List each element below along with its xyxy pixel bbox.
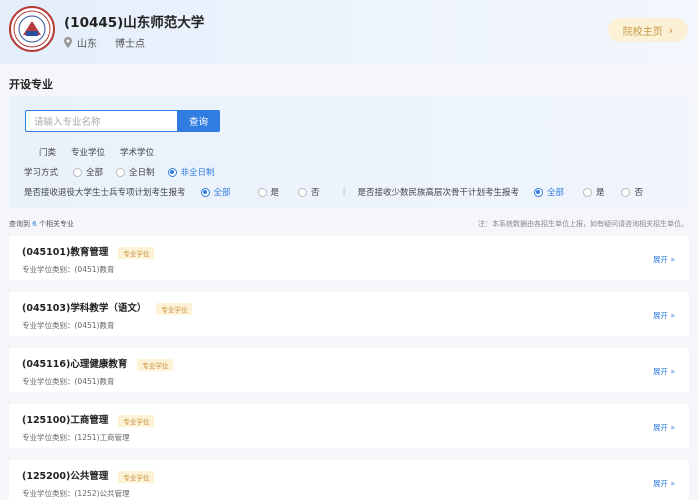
tab-academic-degree[interactable]: 学术学位: [120, 146, 154, 158]
expand-button[interactable]: 展开 »: [653, 254, 675, 265]
radio-icon: [621, 187, 631, 197]
study-mode-fulltime-radio[interactable]: 全日制: [116, 166, 155, 178]
chevron-down-icon: »: [670, 479, 675, 488]
retired-all-radio[interactable]: 全部: [200, 186, 231, 198]
major-title: (045101)教育管理 专业学位: [22, 244, 155, 259]
chevron-right-icon: ›: [668, 23, 674, 37]
degree-badge: 专业学位: [137, 358, 174, 371]
section-title: 开设专业: [9, 78, 53, 91]
filter-panel: 请输入专业名称 查询 门类 专业学位 学术学位 学习方式 全部 全日制 非全日制…: [9, 96, 689, 208]
major-category: 专业学位类别：(0451)教育: [22, 265, 115, 274]
chevron-down-icon: »: [670, 311, 675, 320]
chevron-down-icon: »: [670, 255, 675, 264]
tab-category[interactable]: 门类: [39, 146, 56, 158]
minority-filter-label: 是否接收少数民族高层次骨干计划考生报考: [357, 188, 519, 198]
result-summary: 查询到 6 个相关专业: [9, 220, 74, 228]
study-mode-all-radio[interactable]: 全部: [73, 166, 103, 178]
major-title: (045116)心理健康教育 专业学位: [22, 356, 174, 371]
radio-icon: [73, 167, 83, 177]
chevron-down-icon: »: [670, 367, 675, 376]
major-category: 专业学位类别：(0451)教育: [22, 321, 115, 330]
expand-button[interactable]: 展开 »: [653, 310, 675, 321]
school-meta: 山东 博士点: [64, 35, 145, 50]
school-name: (10445)山东师范大学: [64, 15, 205, 31]
radio-selected-icon: [167, 167, 177, 177]
retired-yes-radio[interactable]: 是: [257, 186, 279, 198]
retired-filter-label: 是否接收退役大学生士兵专项计划考生报考: [24, 188, 186, 198]
major-card: (045116)心理健康教育 专业学位 专业学位类别：(0451)教育 展开 »: [9, 348, 689, 392]
filter-divider: |: [342, 187, 346, 197]
major-card: (045101)教育管理 专业学位 专业学位类别：(0451)教育 展开 »: [9, 236, 689, 280]
radio-selected-icon: [200, 187, 210, 197]
school-home-button[interactable]: 院校主页 ›: [608, 18, 688, 42]
category-tabs: 门类 专业学位 学术学位: [39, 146, 169, 158]
degree-badge: 专业学位: [118, 246, 155, 259]
school-tag: 博士点: [115, 39, 145, 50]
minority-all-radio[interactable]: 全部: [533, 186, 564, 198]
radio-icon: [116, 167, 126, 177]
major-category: 专业学位类别：(1252)公共管理: [22, 489, 130, 498]
school-header: (10445)山东师范大学 山东 博士点 院校主页 ›: [0, 0, 698, 64]
result-count: 6: [32, 220, 37, 228]
chevron-down-icon: »: [670, 423, 675, 432]
expand-button[interactable]: 展开 »: [653, 422, 675, 433]
radio-icon: [582, 187, 592, 197]
retired-no-radio[interactable]: 否: [298, 186, 320, 198]
page: (10445)山东师范大学 山东 博士点 院校主页 › 开设专业 请输入专业名称…: [0, 0, 698, 500]
special-plan-filters: 是否接收退役大学生士兵专项计划考生报考 全部 是 否 | 是否接收少数民族高层次…: [24, 186, 656, 198]
search-button[interactable]: 查询: [177, 110, 220, 132]
major-category: 专业学位类别：(1251)工商管理: [22, 433, 130, 442]
school-location: 山东: [77, 39, 97, 50]
degree-badge: 专业学位: [156, 302, 193, 315]
data-source-note: 注：本系统数据由各招生单位上报，如有疑问请咨询相关招生单位。: [478, 220, 688, 228]
tab-professional-degree[interactable]: 专业学位: [71, 146, 105, 158]
major-title: (125200)公共管理 专业学位: [22, 468, 155, 483]
major-search-input[interactable]: 请输入专业名称: [25, 110, 177, 132]
major-category: 专业学位类别：(0451)教育: [22, 377, 115, 386]
major-title: (045103)学科教学（语文） 专业学位: [22, 300, 193, 315]
radio-selected-icon: [533, 187, 543, 197]
expand-button[interactable]: 展开 »: [653, 366, 675, 377]
school-home-label: 院校主页: [622, 26, 663, 38]
location-pin-icon: [64, 37, 72, 48]
school-logo: [9, 6, 55, 52]
study-mode-filter: 学习方式 全部 全日制 非全日制: [24, 166, 228, 178]
expand-button[interactable]: 展开 »: [653, 478, 675, 489]
degree-badge: 专业学位: [118, 470, 155, 483]
radio-icon: [298, 187, 308, 197]
major-card: (045103)学科教学（语文） 专业学位 专业学位类别：(0451)教育 展开 …: [9, 292, 689, 336]
major-card: (125100)工商管理 专业学位 专业学位类别：(1251)工商管理 展开 »: [9, 404, 689, 448]
minority-yes-radio[interactable]: 是: [582, 186, 604, 198]
major-title: (125100)工商管理 专业学位: [22, 412, 155, 427]
school-emblem-icon: [13, 10, 51, 48]
search-placeholder: 请输入专业名称: [34, 117, 101, 128]
study-mode-parttime-radio[interactable]: 非全日制: [167, 166, 215, 178]
radio-icon: [257, 187, 267, 197]
study-mode-label: 学习方式: [24, 168, 59, 178]
major-card: (125200)公共管理 专业学位 专业学位类别：(1252)公共管理 展开 »: [9, 460, 689, 500]
minority-no-radio[interactable]: 否: [621, 186, 643, 198]
degree-badge: 专业学位: [118, 414, 155, 427]
